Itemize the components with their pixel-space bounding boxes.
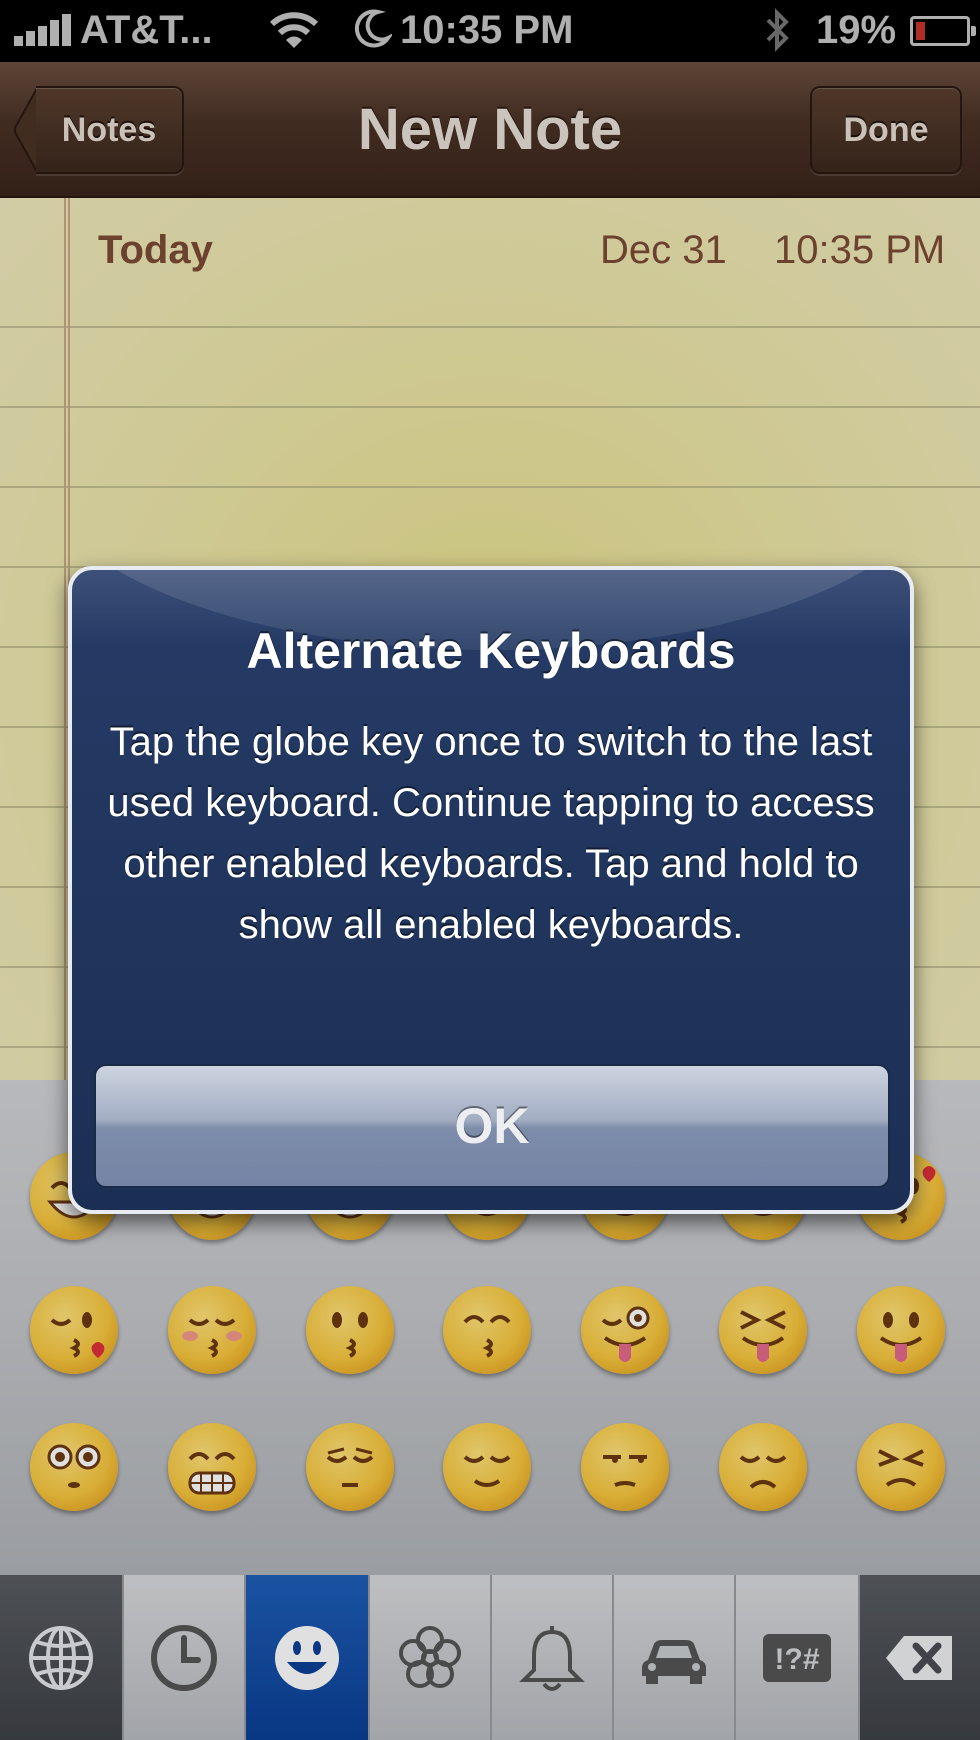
- alert-title: Alternate Keyboards: [246, 623, 736, 679]
- alert-ok-button[interactable]: OK: [94, 1064, 890, 1188]
- alternate-keyboards-alert: Alternate Keyboards Tap the globe key on…: [68, 566, 914, 1214]
- alert-message: Tap the globe key once to switch to the …: [107, 720, 875, 947]
